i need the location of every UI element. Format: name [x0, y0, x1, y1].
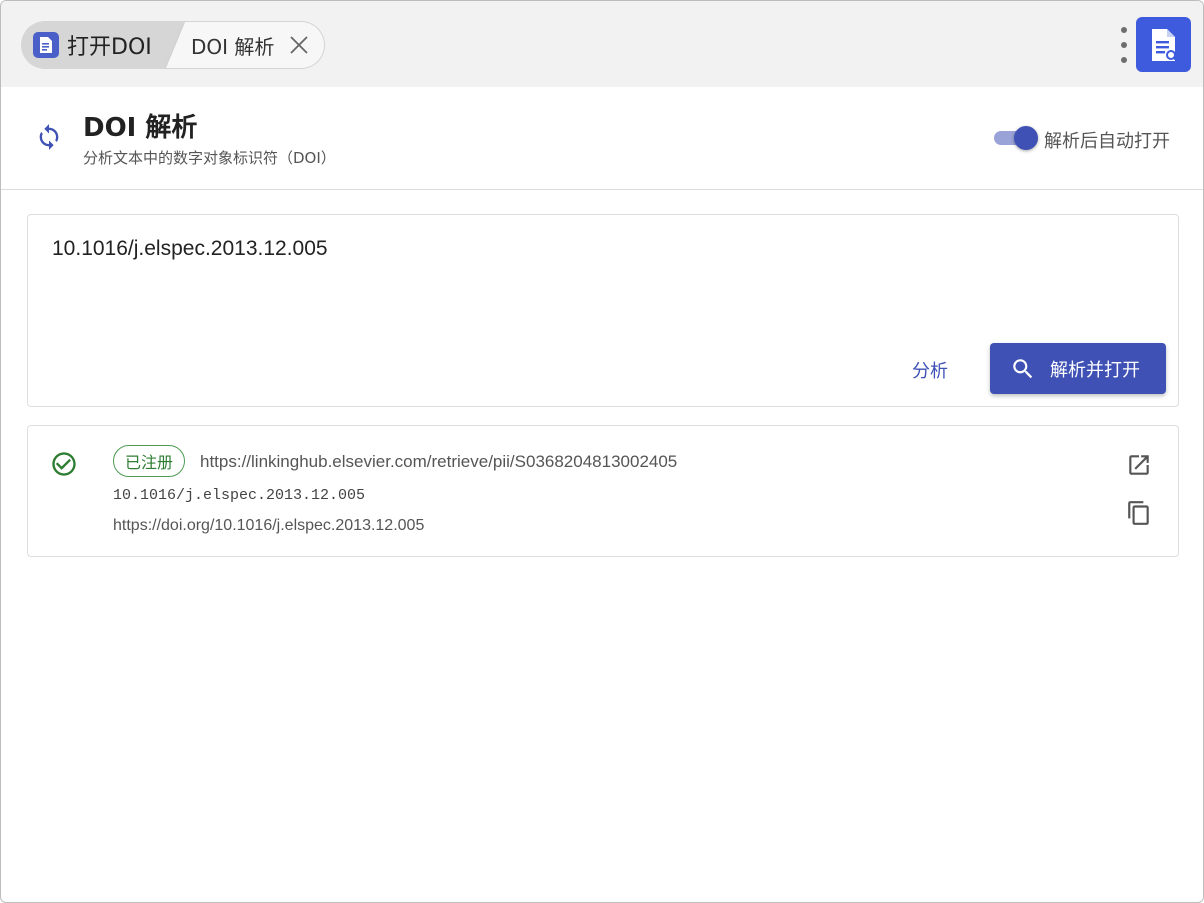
- toggle-knob: [1014, 126, 1038, 150]
- tab-divider: [165, 21, 185, 69]
- copy-icon[interactable]: [1126, 499, 1152, 527]
- sync-icon[interactable]: [35, 123, 63, 151]
- result-doi: 10.1016/j.elspec.2013.12.005: [113, 487, 366, 504]
- document-search-icon: [1151, 28, 1178, 62]
- result-url[interactable]: https://linkinghub.elsevier.com/retrieve…: [200, 452, 677, 472]
- close-icon[interactable]: [288, 34, 310, 56]
- page-subtitle: 分析文本中的数字对象标识符（DOI）: [83, 149, 336, 167]
- page-header: DOI 解析 分析文本中的数字对象标识符（DOI） 解析后自动打开: [1, 87, 1203, 190]
- search-icon: [1013, 358, 1033, 378]
- tab-doi-resolve[interactable]: DOI 解析: [165, 21, 325, 69]
- resolve-open-label: 解析并打开: [1050, 359, 1140, 381]
- document-icon: [33, 32, 59, 58]
- result-doi-url[interactable]: https://doi.org/10.1016/j.elspec.2013.12…: [113, 517, 424, 535]
- resolve-open-button[interactable]: 解析并打开: [990, 343, 1166, 394]
- auto-open-toggle[interactable]: [994, 125, 1038, 151]
- result-card: 已注册 https://linkinghub.elsevier.com/retr…: [27, 425, 1179, 557]
- doi-input-card: 10.1016/j.elspec.2013.12.005 分析 解析并打开: [27, 214, 1179, 407]
- tab-doi-resolve-label: DOI 解析: [191, 34, 275, 59]
- analyze-button[interactable]: 分析: [898, 345, 962, 395]
- auto-open-label: 解析后自动打开: [1044, 131, 1170, 152]
- check-circle-icon: [52, 452, 76, 476]
- tab-bar: 打开DOI DOI 解析: [1, 1, 1203, 87]
- open-in-new-icon[interactable]: [1126, 452, 1152, 478]
- status-badge: 已注册: [113, 445, 186, 477]
- tab-open-doi-label: 打开DOI: [67, 35, 152, 60]
- page-title: DOI 解析: [83, 113, 198, 143]
- more-vert-icon[interactable]: [1117, 27, 1131, 63]
- tab-open-doi[interactable]: 打开DOI: [21, 21, 185, 69]
- app-window: 打开DOI DOI 解析 DOI 解析 分析文本中的数字对象标识符（DOI） 解…: [0, 0, 1204, 903]
- app-logo-button[interactable]: [1136, 17, 1191, 72]
- doi-input[interactable]: 10.1016/j.elspec.2013.12.005: [52, 237, 1152, 297]
